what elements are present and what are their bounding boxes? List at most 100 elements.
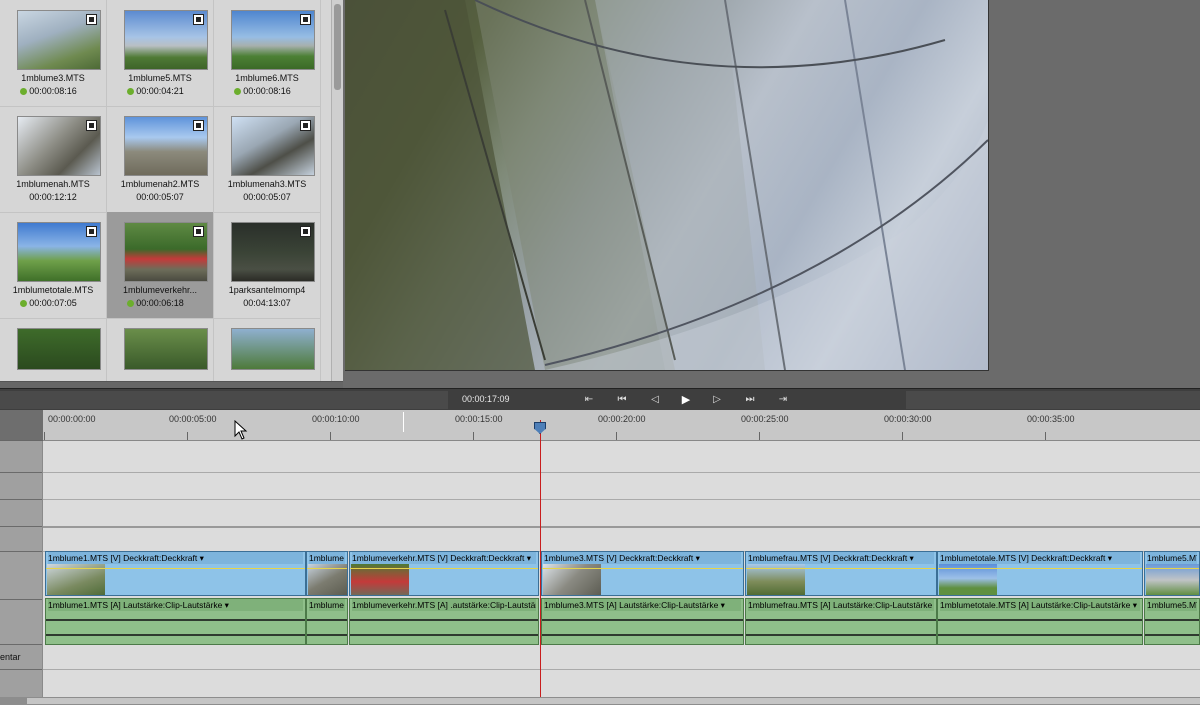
video-clip-label[interactable]: 1mblume: [309, 552, 345, 564]
bin-clip-item[interactable]: 1mblume5.MTS 00:00:04:21: [107, 0, 214, 107]
track-header-video-2[interactable]: [0, 500, 42, 527]
audio-clip[interactable]: 1mblumeverkehr.MTS [A] .autstärke:Clip-L…: [349, 598, 539, 645]
bin-clip-item[interactable]: 1mblume6.MTS 00:00:08:16: [214, 0, 321, 107]
clip-name: 1mblumenah3.MTS: [227, 179, 307, 189]
audio-clip[interactable]: 1mblume5.MTS: [1144, 598, 1200, 645]
track-header-audio-1[interactable]: [0, 600, 42, 645]
opacity-keyframe-line[interactable]: [938, 568, 1142, 569]
ruler-time-label: 00:00:20:00: [598, 414, 646, 424]
step-back-button[interactable]: ◁: [648, 393, 662, 407]
opacity-keyframe-line[interactable]: [1145, 568, 1199, 569]
ruler-tick: [187, 432, 188, 440]
ruler-time-label: 00:00:15:00: [455, 414, 503, 424]
preview-monitor[interactable]: [345, 0, 989, 371]
video-clip[interactable]: 1mblume3.MTS [V] Deckkraft:Deckkraft ▾: [541, 551, 744, 596]
track-narration[interactable]: [43, 645, 1200, 670]
video-clip[interactable]: 1mblume1.MTS [V] Deckkraft:Deckkraft ▾: [45, 551, 306, 596]
audio-clip-label[interactable]: 1mblume5.MTS: [1147, 599, 1197, 611]
bin-clip-partial[interactable]: [214, 318, 321, 381]
opacity-keyframe-line[interactable]: [46, 568, 305, 569]
ruler-tick: [44, 432, 45, 440]
goto-previous-edit-button[interactable]: ⏮: [615, 393, 629, 407]
video-clip-label[interactable]: 1mblumefrau.MTS [V] Deckkraft:Deckkraft …: [748, 552, 934, 564]
clip-thumbnail: [17, 10, 101, 70]
clip-duration: 00:00:05:07: [136, 192, 184, 202]
opacity-keyframe-line[interactable]: [307, 568, 347, 569]
track-header-audio-2[interactable]: [0, 527, 42, 552]
audio-clip[interactable]: 1mblume3.MTS [A] Lautstärke:Clip-Lautstä…: [541, 598, 744, 645]
ruler-tick: [759, 432, 760, 440]
audio-clip-label[interactable]: 1mblume1.MTS [A] Lautstärke:Clip-Lautstä…: [48, 599, 303, 611]
clip-name: 1mblumeverkehr...: [122, 285, 198, 295]
audio-clip[interactable]: 1mblumefrau.MTS [A] Lautstärke:Clip-Laut…: [745, 598, 937, 645]
clip-used-indicator-icon: [127, 88, 134, 95]
clip-thumbnail: [231, 10, 315, 70]
bin-clip-partial[interactable]: [0, 318, 107, 381]
clip-thumbnail: [124, 116, 208, 176]
clip-used-indicator-icon: [127, 300, 134, 307]
mouse-cursor-icon: [234, 420, 248, 440]
audio-clip-label[interactable]: 1mblumetotale.MTS [A] Lautstärke:Clip-La…: [940, 599, 1140, 611]
video-clip-label[interactable]: 1mblume1.MTS [V] Deckkraft:Deckkraft ▾: [48, 552, 303, 564]
clip-used-indicator-icon: [234, 88, 241, 95]
track-header-audio-3[interactable]: [0, 473, 42, 500]
bin-clip-item[interactable]: 1mblumenah3.MTS 00:00:05:07: [214, 106, 321, 213]
audio-waveform: [1145, 619, 1199, 621]
video-clip[interactable]: 1mblumetotale.MTS [V] Deckkraft:Deckkraf…: [937, 551, 1143, 596]
bin-clip-item[interactable]: 1parksantelmomp4 00:04:13:07: [214, 212, 321, 319]
track-audio-3[interactable]: [43, 473, 1200, 500]
audio-waveform: [46, 634, 305, 636]
audio-waveform: [542, 619, 743, 621]
video-clip[interactable]: 1mblume5.MTS: [1144, 551, 1200, 596]
audio-clip[interactable]: 1mblume: [306, 598, 348, 645]
audio-clip[interactable]: 1mblume1.MTS [A] Lautstärke:Clip-Lautstä…: [45, 598, 306, 645]
track-video-3[interactable]: [43, 441, 1200, 473]
bin-scrollbar-thumb[interactable]: [334, 4, 341, 90]
audio-clip[interactable]: 1mblumetotale.MTS [A] Lautstärke:Clip-La…: [937, 598, 1143, 645]
audio-waveform: [938, 634, 1142, 636]
audio-clip-label[interactable]: 1mblumefrau.MTS [A] Lautstärke:Clip-Laut…: [748, 599, 934, 611]
film-clip-icon: [300, 226, 311, 237]
track-header-narration[interactable]: entar: [0, 645, 42, 670]
track-video-2[interactable]: [43, 500, 1200, 528]
opacity-keyframe-line[interactable]: [350, 568, 538, 569]
video-clip[interactable]: 1mblumeverkehr.MTS [V] Deckkraft:Deckkra…: [349, 551, 539, 596]
clip-thumbnail: [124, 10, 208, 70]
bin-clip-item[interactable]: 1mblume3.MTS 00:00:08:16: [0, 0, 107, 107]
track-header-video-3[interactable]: [0, 441, 42, 473]
audio-waveform: [746, 634, 936, 636]
step-forward-button[interactable]: ▷: [710, 393, 724, 407]
ruler-tick: [1045, 432, 1046, 440]
goto-next-edit-button[interactable]: ⏭: [743, 393, 757, 407]
audio-waveform: [46, 619, 305, 621]
track-header-soundtrack[interactable]: [0, 670, 42, 698]
video-clip-label[interactable]: 1mblumetotale.MTS [V] Deckkraft:Deckkraf…: [940, 552, 1140, 564]
goto-in-point-button[interactable]: ⇤: [582, 393, 596, 407]
video-clip-label[interactable]: 1mblume3.MTS [V] Deckkraft:Deckkraft ▾: [544, 552, 741, 564]
timeline-ruler[interactable]: 00:00:00:00 00:00:05:00 00:00:10:00 00:00:1…: [43, 410, 1200, 441]
bin-clip-partial[interactable]: [107, 318, 214, 381]
timeline-horizontal-scrollbar[interactable]: [0, 697, 1200, 705]
bin-clip-item[interactable]: 1mblumenah.MTS 00:00:12:12: [0, 106, 107, 213]
video-clip-label[interactable]: 1mblumeverkehr.MTS [V] Deckkraft:Deckkra…: [352, 552, 536, 564]
audio-waveform: [307, 634, 347, 636]
track-header-video-1[interactable]: [0, 552, 42, 600]
bin-clip-item[interactable]: 1mblumeverkehr... 00:00:06:18: [107, 212, 214, 319]
opacity-keyframe-line[interactable]: [542, 568, 743, 569]
video-clip[interactable]: 1mblumefrau.MTS [V] Deckkraft:Deckkraft …: [745, 551, 937, 596]
opacity-keyframe-line[interactable]: [746, 568, 936, 569]
audio-clip-label[interactable]: 1mblumeverkehr.MTS [A] .autstärke:Clip-L…: [352, 599, 536, 611]
audio-waveform: [542, 634, 743, 636]
video-clip-label[interactable]: 1mblume5.MTS: [1147, 552, 1197, 564]
bin-clip-item[interactable]: 1mblumenah2.MTS 00:00:05:07: [107, 106, 214, 213]
timeline-tracks[interactable]: 1mblume1.MTS [V] Deckkraft:Deckkraft ▾ 1m…: [43, 441, 1200, 698]
audio-clip-label[interactable]: 1mblume: [309, 599, 345, 611]
track-audio-2[interactable]: [43, 527, 1200, 552]
goto-out-point-button[interactable]: ⇥: [776, 393, 790, 407]
track-soundtrack[interactable]: [43, 670, 1200, 698]
timeline-scrollbar-thumb[interactable]: [27, 698, 1200, 704]
video-clip[interactable]: 1mblume: [306, 551, 348, 596]
bin-clip-item[interactable]: 1mblumetotale.MTS 00:00:07:05: [0, 212, 107, 319]
play-button[interactable]: ▶: [679, 393, 693, 407]
audio-clip-label[interactable]: 1mblume3.MTS [A] Lautstärke:Clip-Lautstä…: [544, 599, 741, 611]
